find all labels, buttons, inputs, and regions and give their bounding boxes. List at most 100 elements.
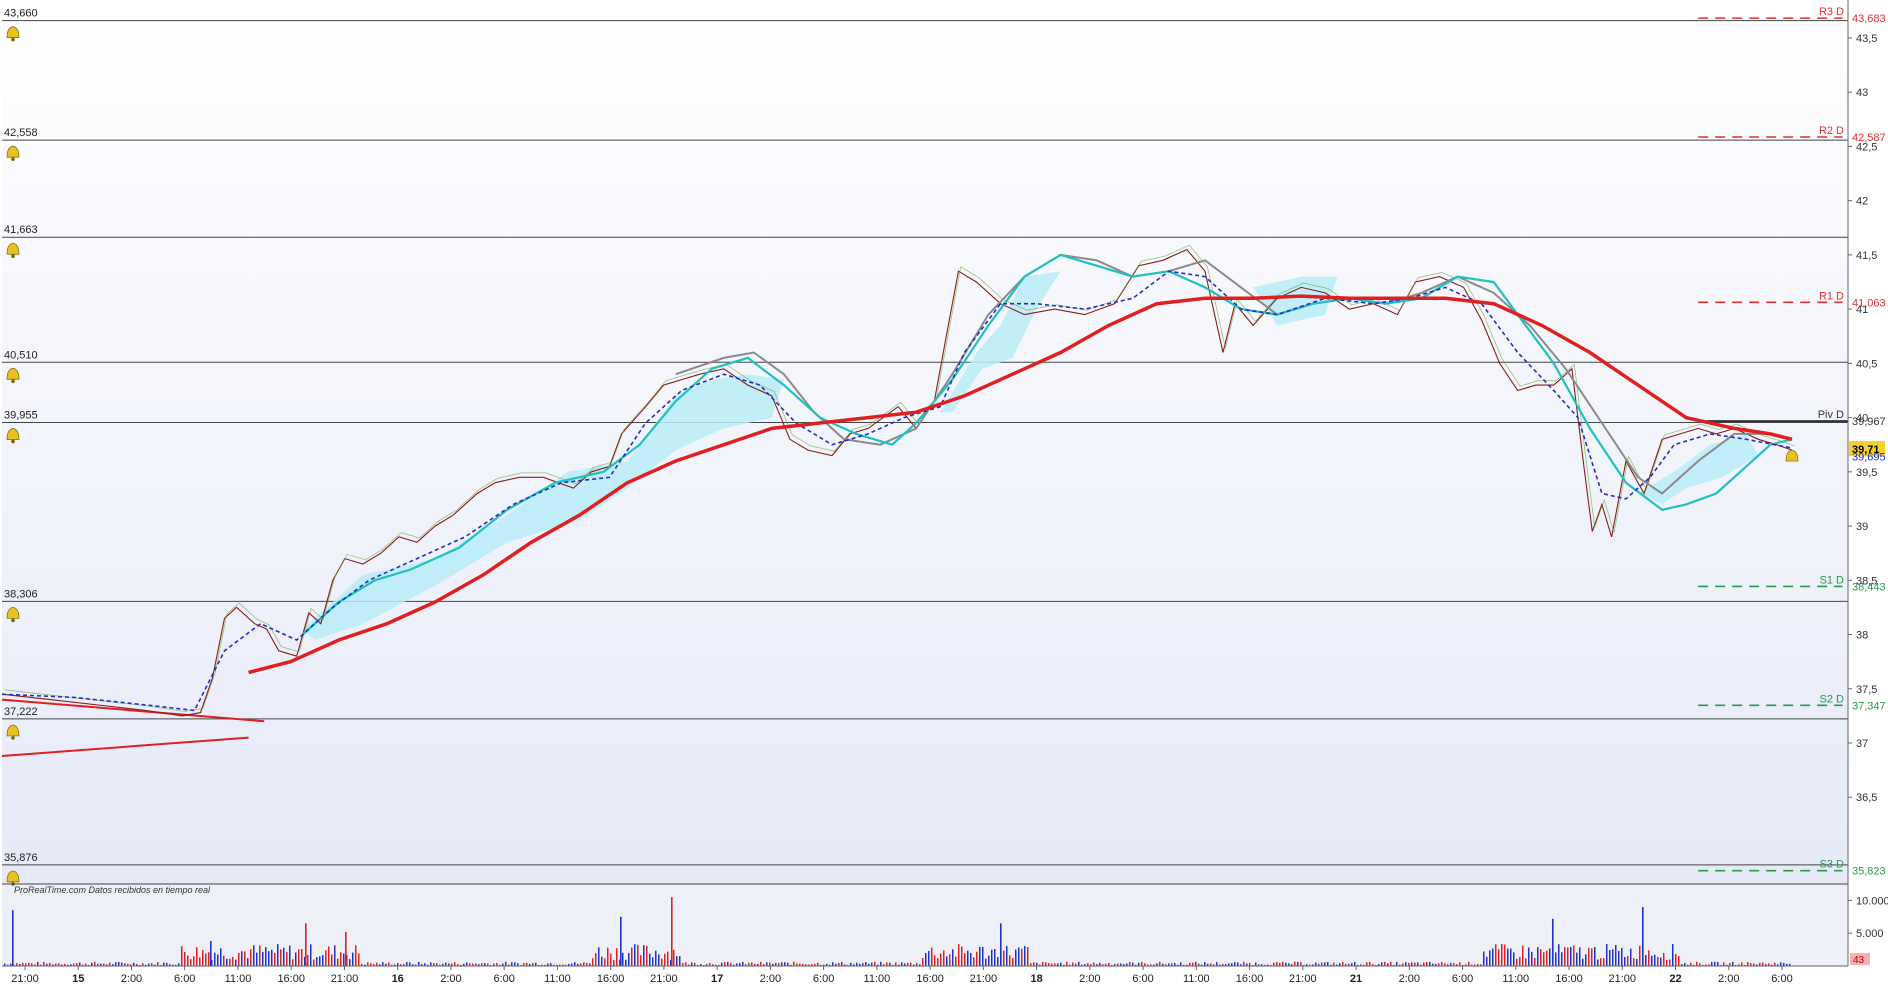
- volume-bar: [214, 952, 216, 966]
- volume-bar: [1255, 962, 1257, 966]
- volume-bar: [1018, 947, 1020, 966]
- x-tick-label: 2:00: [1399, 973, 1420, 985]
- volume-bar: [355, 945, 357, 966]
- volume-bar: [1027, 947, 1029, 966]
- y-tick-label: 40,5: [1856, 358, 1877, 370]
- volume-bar: [691, 962, 693, 966]
- volume-bar: [12, 910, 14, 966]
- volume-bar: [583, 962, 585, 966]
- volume-bar: [1630, 948, 1632, 966]
- volume-bar: [1531, 951, 1533, 966]
- volume-bar: [190, 959, 192, 966]
- volume-bar: [1504, 944, 1506, 966]
- volume-bar: [841, 962, 843, 966]
- volume-bar: [1528, 947, 1530, 966]
- volume-bar: [382, 962, 384, 966]
- horizontal-level-label: 39,955: [4, 409, 38, 421]
- volume-bar: [1066, 961, 1068, 966]
- y-tick-label: 36,5: [1856, 792, 1877, 804]
- horizontal-level-label: 41,663: [4, 224, 38, 236]
- volume-bar: [325, 950, 327, 966]
- volume-bar: [1495, 944, 1497, 966]
- volume-bar: [1669, 959, 1671, 966]
- volume-bar: [1540, 949, 1542, 966]
- x-tick-label: 11:00: [1502, 973, 1529, 985]
- x-tick-label: 16:00: [277, 973, 305, 985]
- volume-bar: [1483, 951, 1485, 966]
- volume-bar: [1459, 962, 1461, 966]
- volume-bar: [256, 952, 258, 966]
- volume-bar: [724, 961, 726, 966]
- volume-bar: [1315, 962, 1317, 966]
- horizontal-level-label: 35,876: [4, 852, 38, 864]
- volume-bar: [1366, 962, 1368, 966]
- stock-chart[interactable]: 43,660 42,558 41,663 40,510 39,955 38,306 37,2…: [0, 0, 1888, 986]
- y-tick-label: 40: [1856, 413, 1868, 425]
- volume-bar: [640, 955, 642, 966]
- volume-bar: [1072, 962, 1074, 966]
- pivot-value-label: 43,683: [1852, 13, 1886, 25]
- volume-bar: [1732, 961, 1734, 966]
- volume-bar: [958, 944, 960, 966]
- volume-bar: [337, 958, 339, 966]
- volume-bar: [1654, 954, 1656, 966]
- x-tick-label: 6:00: [1132, 973, 1153, 985]
- x-tick-label: 21:00: [1609, 973, 1637, 985]
- volume-bar: [262, 951, 264, 966]
- volume-bar: [1549, 948, 1551, 966]
- volume-bar: [1396, 962, 1398, 966]
- volume-bar: [316, 957, 318, 966]
- volume-bar: [301, 948, 303, 966]
- volume-bar: [1159, 961, 1161, 966]
- volume-bar: [901, 962, 903, 966]
- volume-bar: [643, 945, 645, 966]
- y-tick-label: 37: [1856, 738, 1868, 750]
- volume-bar: [505, 961, 507, 966]
- volume-bar: [277, 944, 279, 966]
- volume-bar: [265, 947, 267, 966]
- volume-bar: [943, 950, 945, 966]
- volume-bar: [1498, 949, 1500, 966]
- volume-bar: [430, 962, 432, 966]
- volume-bar: [307, 954, 309, 966]
- volume-bar: [658, 954, 660, 966]
- x-tick-label: 11:00: [1183, 973, 1210, 985]
- volume-bar: [205, 953, 207, 966]
- volume-bar: [880, 961, 882, 966]
- volume-bar: [1558, 944, 1560, 966]
- volume-bar: [607, 947, 609, 966]
- volume-bar: [613, 960, 615, 966]
- volume-bar: [1780, 962, 1782, 966]
- volume-bar: [1021, 948, 1023, 966]
- volume-bar: [946, 956, 948, 966]
- y-tick-label: 41: [1856, 304, 1868, 316]
- volume-bar: [1405, 962, 1407, 966]
- volume-bar: [418, 961, 420, 966]
- volume-bar: [616, 948, 618, 966]
- volume-bar: [1429, 961, 1431, 966]
- volume-bar: [634, 944, 636, 966]
- x-tick-label: 16:00: [1555, 973, 1583, 985]
- volume-value-label: 43: [1853, 955, 1865, 966]
- volume-bar: [187, 955, 189, 966]
- y-tick-label: 41,5: [1856, 250, 1877, 262]
- volume-bar: [649, 953, 651, 966]
- x-tick-label: 6:00: [1771, 973, 1792, 985]
- volume-bar: [1651, 955, 1653, 966]
- y-tick-label: 38: [1856, 630, 1868, 642]
- volume-bar: [667, 951, 669, 966]
- volume-bar: [1570, 946, 1572, 966]
- volume-bar: [664, 953, 666, 966]
- volume-bar: [925, 953, 927, 966]
- volume-bar: [1243, 961, 1245, 966]
- y-tick-label: 38,5: [1856, 575, 1877, 587]
- volume-bar: [1012, 957, 1014, 966]
- x-tick-label: 21:00: [970, 973, 998, 985]
- volume-bar: [1300, 962, 1302, 966]
- volume-bar: [1555, 952, 1557, 966]
- volume-bar: [283, 947, 285, 966]
- volume-bar: [781, 962, 783, 966]
- y-tick-label: 39,5: [1856, 467, 1877, 479]
- volume-bar: [1600, 958, 1602, 966]
- volume-bar: [1015, 949, 1017, 966]
